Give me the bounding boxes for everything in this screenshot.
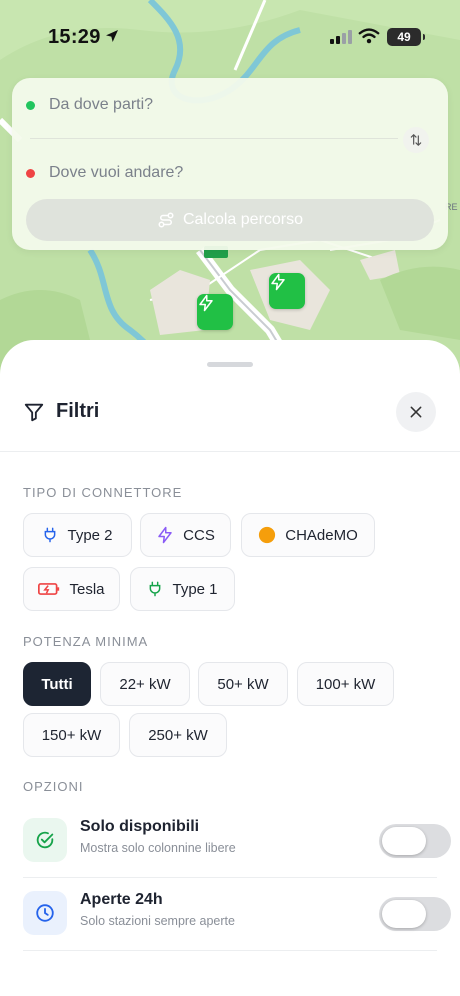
toggle-knob <box>382 900 426 928</box>
destination-dot-icon <box>26 168 35 178</box>
route-icon <box>157 211 175 229</box>
power-chip-250kw[interactable]: 250+ kW <box>129 713 227 757</box>
battery-charging-icon <box>38 581 60 597</box>
bolt-icon <box>271 273 285 291</box>
connector-chip-type2[interactable]: Type 2 <box>23 513 132 557</box>
open-24h-toggle[interactable] <box>379 897 451 931</box>
status-bar: 15:29 49 <box>0 0 460 72</box>
charging-station-marker[interactable] <box>197 294 233 330</box>
toggle-knob <box>382 827 426 855</box>
connector-section-label: TIPO DI CONNETTORE <box>23 485 183 500</box>
power-label: 22+ kW <box>119 675 171 693</box>
power-label: Tutti <box>41 675 73 693</box>
battery-indicator: 49 <box>387 28 425 46</box>
power-label: 250+ kW <box>148 726 208 744</box>
connector-label: CCS <box>183 526 215 544</box>
destination-input[interactable]: Dove vuoi andare? <box>26 161 183 185</box>
power-label: 50+ kW <box>217 675 269 693</box>
circle-icon <box>258 526 276 544</box>
power-chip-22kw[interactable]: 22+ kW <box>100 662 190 706</box>
option-subtitle: Mostra solo colonnine libere <box>80 841 236 855</box>
available-toggle[interactable] <box>379 824 451 858</box>
power-chip-all[interactable]: Tutti <box>23 662 91 706</box>
option-divider <box>23 877 437 878</box>
option-divider <box>23 950 437 951</box>
option-subtitle: Solo stazioni sempre aperte <box>80 914 235 928</box>
filter-icon <box>24 403 44 422</box>
power-label: 100+ kW <box>315 675 376 693</box>
destination-placeholder: Dove vuoi andare? <box>49 164 184 181</box>
origin-placeholder: Da dove parti? <box>49 96 154 113</box>
power-chip-50kw[interactable]: 50+ kW <box>198 662 288 706</box>
power-section-label: POTENZA MINIMA <box>23 634 149 649</box>
sheet-title: Filtri <box>56 400 100 422</box>
filters-sheet: Filtri TIPO DI CONNETTORE Type 2 CCS CHA… <box>0 340 460 996</box>
connector-chip-chademo[interactable]: CHAdeMO <box>241 513 375 557</box>
close-icon <box>410 406 422 418</box>
connector-chip-type1[interactable]: Type 1 <box>130 567 235 611</box>
connector-chip-ccs[interactable]: CCS <box>140 513 231 557</box>
calculate-route-label: Calcola percorso <box>182 211 304 228</box>
connector-label: Type 1 <box>172 580 218 598</box>
status-time: 15:29 <box>48 26 101 48</box>
option-row-available[interactable]: Solo disponibili Mostra solo colonnine l… <box>23 806 451 878</box>
connector-label: CHAdeMO <box>285 526 358 544</box>
close-button[interactable] <box>396 392 436 432</box>
origin-input[interactable]: Da dove parti? <box>26 93 153 117</box>
plug-icon <box>42 526 58 544</box>
check-circle-icon <box>23 818 67 862</box>
origin-dot-icon <box>26 100 35 110</box>
power-label: 150+ kW <box>41 726 102 744</box>
swap-vertical-icon <box>410 134 422 146</box>
options-section-label: OPZIONI <box>23 779 84 794</box>
route-divider <box>30 138 398 139</box>
plug-icon <box>147 580 163 598</box>
power-chip-150kw[interactable]: 150+ kW <box>23 713 120 757</box>
sheet-header: Filtri <box>0 386 460 452</box>
header-divider <box>0 451 460 452</box>
bolt-icon <box>199 294 213 312</box>
calculate-route-button[interactable]: Calcola percorso <box>26 199 434 241</box>
charging-station-marker[interactable] <box>269 273 305 309</box>
connector-label: Tesla <box>69 580 105 598</box>
clock-icon <box>23 891 67 935</box>
wifi-icon <box>358 28 380 44</box>
sheet-drag-handle[interactable] <box>207 362 253 367</box>
option-title: Aperte 24h <box>80 891 163 908</box>
option-title: Solo disponibili <box>80 818 200 835</box>
connector-label: Type 2 <box>67 526 113 544</box>
power-chip-100kw[interactable]: 100+ kW <box>297 662 394 706</box>
bolt-icon <box>156 526 174 544</box>
cellular-signal-icon <box>330 30 352 44</box>
connector-chip-tesla[interactable]: Tesla <box>23 567 120 611</box>
location-arrow-icon <box>106 30 118 42</box>
swap-route-button[interactable] <box>403 127 429 153</box>
option-row-open-24h[interactable]: Aperte 24h Solo stazioni sempre aperte <box>23 879 451 951</box>
